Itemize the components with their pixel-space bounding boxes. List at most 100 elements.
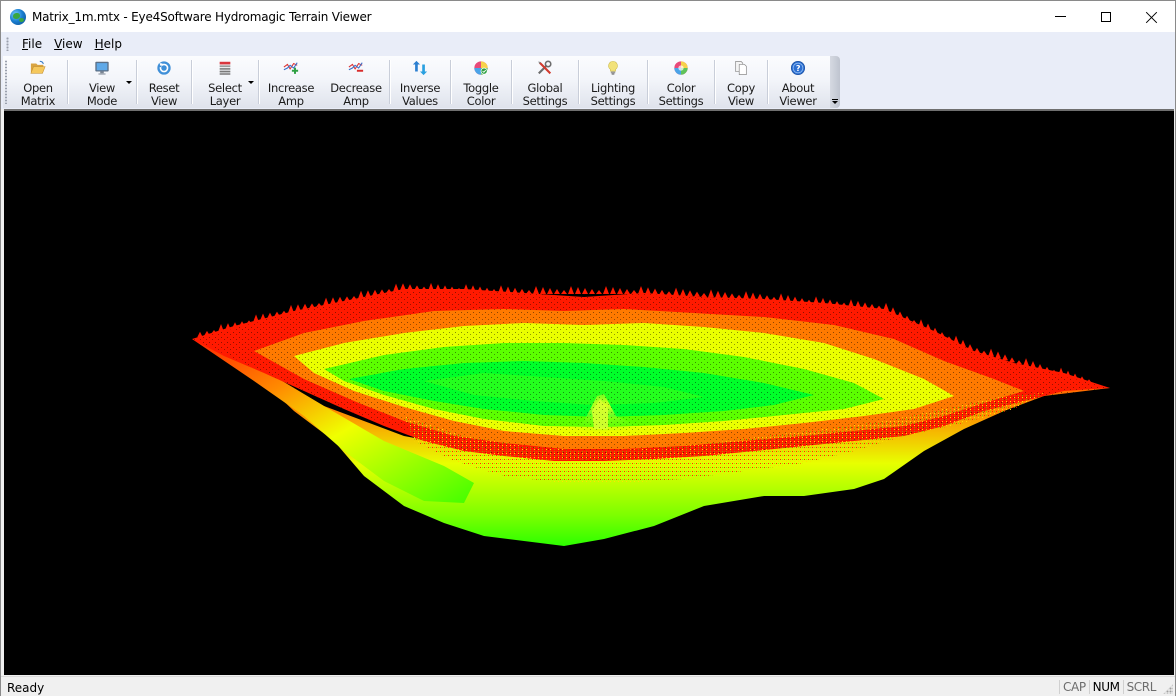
view-mode-button[interactable]: View Mode (68, 56, 136, 108)
inverse-values-button[interactable]: Inverse Values (390, 56, 450, 108)
rim-tooth (393, 283, 399, 292)
terrain-render[interactable] (4, 111, 1174, 675)
rim-tooth (498, 285, 504, 294)
terrain-3d-viewport[interactable] (4, 109, 1174, 675)
toggle-color-label: Toggle Color (463, 81, 499, 108)
color-settings-button[interactable]: Color Settings (648, 56, 714, 108)
rim-tooth (505, 286, 511, 294)
rim-tooth (694, 291, 700, 297)
rim-tooth (568, 286, 574, 294)
rim-tooth (799, 298, 805, 304)
rim-tooth (687, 290, 693, 297)
rim-tooth (652, 288, 658, 295)
rim-tooth (484, 287, 490, 293)
maximize-button[interactable] (1083, 1, 1129, 32)
rim-tooth (302, 303, 308, 310)
window-controls (1037, 1, 1175, 32)
rim-tooth (638, 286, 644, 294)
toolbar-band: Open Matrix View Mode Reset View Select … (1, 55, 1175, 109)
menu-grip[interactable] (6, 36, 9, 51)
menu-help-label: elp (103, 36, 122, 51)
rim-tooth (1009, 357, 1015, 363)
menu-help[interactable]: Help (89, 37, 128, 51)
rim-tooth (848, 299, 854, 308)
rim-tooth (554, 289, 560, 294)
about-viewer-button[interactable]: ? About Viewer (768, 56, 828, 108)
rim-tooth (764, 295, 770, 301)
rim-tooth (918, 319, 924, 328)
inverse-values-label: Inverse Values (399, 81, 441, 108)
copy-view-button[interactable]: Copy View (715, 56, 767, 108)
rim-tooth (386, 289, 392, 293)
tools-icon (538, 60, 552, 75)
rim-tooth (407, 284, 413, 291)
caps-lock-indicator: CAP (1059, 680, 1089, 694)
view-mode-label: View Mode (86, 81, 118, 108)
rim-tooth (736, 294, 742, 299)
toggle-color-button[interactable]: Toggle Color (451, 56, 511, 108)
layers-icon (219, 61, 231, 75)
open-matrix-label: Open Matrix (20, 81, 56, 108)
rim-tooth (351, 296, 357, 300)
menu-file[interactable]: File (16, 37, 48, 51)
menu-view[interactable]: View (48, 37, 88, 51)
rim-tooth (883, 302, 889, 311)
rim-tooth (869, 304, 875, 309)
rim-tooth (379, 289, 385, 295)
keyboard-indicators: CAP NUM SCRL (1059, 680, 1159, 694)
view-mode-dropdown-arrow[interactable] (126, 81, 132, 84)
rim-tooth (267, 312, 273, 319)
rim-tooth (841, 302, 847, 307)
status-text: Ready (7, 681, 45, 695)
global-settings-button[interactable]: Global Settings (512, 56, 578, 108)
rim-tooth (617, 288, 623, 294)
reset-view-button[interactable]: Reset View (137, 56, 191, 108)
rim-tooth (309, 303, 315, 309)
select-layer-button[interactable]: Select Layer (192, 56, 258, 108)
rim-tooth (519, 288, 525, 294)
rim-tooth (792, 296, 798, 303)
rim-tooth (575, 287, 581, 294)
window-title: Matrix_1m.mtx - Eye4Software Hydromagic … (32, 9, 372, 24)
rim-tooth (771, 296, 777, 301)
rim-tooth (757, 293, 763, 300)
close-button[interactable] (1129, 1, 1175, 32)
rim-tooth (358, 290, 364, 299)
rim-tooth (477, 286, 483, 293)
rim-tooth (925, 323, 931, 331)
resize-grip[interactable] (1163, 684, 1173, 694)
rim-tooth (708, 289, 714, 298)
lightbulb-icon (608, 61, 618, 75)
rim-tooth (1023, 358, 1029, 367)
svg-text:?: ? (796, 64, 801, 73)
select-layer-dropdown-arrow[interactable] (248, 81, 254, 84)
toolbar-overflow-button[interactable] (830, 56, 840, 108)
menu-view-accel: V (54, 36, 63, 51)
color-settings-label: Color Settings (658, 81, 704, 108)
increase-amp-label: Increase Amp (267, 81, 315, 108)
open-matrix-button[interactable]: Open Matrix (9, 56, 67, 108)
menu-file-label: ile (28, 36, 43, 51)
globe-icon[interactable] (10, 8, 26, 25)
rim-tooth (232, 322, 238, 329)
increase-amp-button[interactable]: Increase Amp (259, 56, 323, 108)
rim-tooth (967, 344, 973, 351)
rim-tooth (750, 292, 756, 300)
rim-tooth (295, 304, 301, 312)
overflow-chevron-icon (832, 99, 838, 104)
rim-tooth (372, 289, 378, 296)
rim-tooth (827, 299, 833, 306)
title-bar[interactable]: Matrix_1m.mtx - Eye4Software Hydromagic … (1, 1, 1175, 32)
rim-tooth (204, 330, 210, 336)
reset-view-label: Reset View (148, 81, 180, 108)
lighting-settings-button[interactable]: Lighting Settings (579, 56, 647, 108)
minimize-button[interactable] (1037, 1, 1083, 32)
rim-tooth (715, 290, 721, 298)
about-viewer-label: About Viewer (779, 81, 817, 108)
decrease-amp-button[interactable]: Decrease Amp (323, 56, 389, 108)
rim-tooth (281, 310, 287, 315)
rim-tooth (995, 351, 1001, 359)
rim-tooth (974, 347, 980, 353)
rim-tooth (218, 324, 224, 333)
minimize-icon (1054, 16, 1066, 17)
